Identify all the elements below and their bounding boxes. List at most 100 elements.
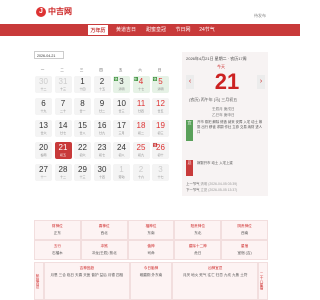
- lunar-day: 廿四: [137, 109, 144, 113]
- weekday-label: 一: [40, 68, 45, 72]
- calendar-day-cell[interactable]: 8 廿一: [74, 98, 91, 115]
- lunar-day: 廿八: [79, 131, 86, 135]
- grid-cell-title: 阳贵神位: [190, 224, 205, 228]
- lunar-day: 初九: [137, 153, 144, 157]
- day-number: 31: [58, 77, 68, 86]
- site-name[interactable]: 中吉网: [48, 7, 72, 17]
- nav-huangdaojiri[interactable]: 黄道吉日: [112, 24, 140, 36]
- day-number: 10: [117, 99, 126, 108]
- lunar-day: 十二: [40, 87, 47, 91]
- site-logo[interactable]: J: [36, 7, 46, 17]
- day-number: 29: [78, 165, 87, 174]
- grid-row3-cell: 吉神宜趋 月恩 三合 临日 天喜 天医 普护 益后 月德 四相: [44, 262, 130, 300]
- grid-side-label: 二十八星宿: [258, 262, 268, 300]
- grid-cell-title: 喜神位: [98, 224, 110, 228]
- day-number: 2: [99, 77, 105, 86]
- nav-tianmi[interactable]: 甜蜜皇冠: [142, 24, 170, 36]
- day-number: 22: [78, 143, 87, 152]
- lunar-day: 十七: [157, 175, 164, 179]
- grid-cell-title: 建除十二神: [188, 244, 207, 248]
- calendar-day-cell[interactable]: 3 十七: [152, 164, 169, 181]
- prev-jieqi-label: 上一节气: [186, 182, 200, 186]
- grid-cell-title: 值神: [147, 244, 155, 248]
- grid-row2-cell: 值神 司命: [127, 240, 175, 260]
- calendar-day-cell[interactable]: 班 26 初十: [152, 142, 169, 159]
- grid-row1-cell: 福神位 东南: [127, 220, 175, 240]
- lunar-day: 初三: [157, 131, 164, 135]
- calendar-day-cell[interactable]: 25 初九: [132, 142, 150, 159]
- calendar-day-cell[interactable]: 17 三月: [113, 120, 130, 137]
- weekday-label: 四: [99, 68, 103, 72]
- calendar-day-cell[interactable]: 21 初五: [54, 142, 72, 159]
- calendar-day-cell[interactable]: 9 廿二: [93, 98, 111, 115]
- ganzhi-line-2: 乙巳年 庚申日: [212, 113, 235, 117]
- calendar-day-cell[interactable]: 20 谷雨: [35, 142, 52, 159]
- calendar-day-cell[interactable]: 6 十九: [35, 98, 52, 115]
- nav-wannianli[interactable]: 万年历: [87, 24, 109, 36]
- day-number: 20: [39, 143, 48, 152]
- grid-row1-cell: 财神位 正东: [34, 220, 81, 240]
- grid-row3-cell: 今日胎神 碓磨厕 外东南: [129, 262, 173, 300]
- calendar-day-cell[interactable]: 15 廿八: [74, 120, 91, 137]
- day-number: 27: [39, 165, 48, 174]
- calendar-day-cell[interactable]: 30 十二: [35, 76, 52, 93]
- lunar-day: 三月: [118, 131, 125, 135]
- calendar-day-cell[interactable]: 28 十二: [54, 164, 72, 181]
- day-number: 14: [58, 121, 68, 130]
- next-jieqi-label: 下一节气: [186, 188, 200, 192]
- main-nav: 万年历 黄道吉日 甜蜜皇冠 节日网 24节气: [0, 24, 300, 36]
- calendar-day-cell[interactable]: 13 廿六: [35, 120, 52, 137]
- calendar-day-cell[interactable]: 14 廿七: [54, 120, 72, 137]
- prev-day-button[interactable]: ‹: [186, 75, 194, 89]
- lunar-day: 初七: [98, 153, 105, 157]
- calendar-day-cell[interactable]: 休 3 清明: [113, 76, 130, 93]
- lunar-day: 初五: [59, 153, 66, 157]
- ganzhi-line: 壬辰月 庚戌日: [212, 107, 235, 111]
- calendar-day-cell[interactable]: 7 二十: [54, 98, 72, 115]
- nav-jieri[interactable]: 节日网: [172, 24, 194, 36]
- lunar-day: 十四: [79, 87, 86, 91]
- grid-row1-cell: 阳贵神位 东北: [174, 220, 222, 240]
- day-number: 30: [97, 165, 107, 174]
- lunar-day: 清明: [118, 87, 125, 91]
- calendar-day-cell[interactable]: 1 十四: [74, 76, 91, 93]
- day-number: 3: [119, 77, 124, 86]
- lunar-day: 十二: [59, 175, 66, 179]
- grid-row2-cell: 冲煞 冲龙(壬辰) 煞北: [80, 240, 128, 260]
- grid-row2-cell: 五行 石榴木: [34, 240, 81, 260]
- calendar-day-cell[interactable]: 22 初六: [74, 142, 91, 159]
- grid-row2-cell: 建除十二神 危日: [174, 240, 222, 260]
- calendar-day-cell[interactable]: 23 初七: [93, 142, 111, 159]
- lunar-day: 初二: [137, 131, 144, 135]
- grid-cell-value: 危日: [194, 251, 202, 255]
- calendar-day-cell[interactable]: 19 初三: [152, 120, 169, 137]
- day-number: 3: [158, 165, 163, 174]
- calendar-day-cell[interactable]: 1 劳动: [113, 164, 130, 181]
- grid-cell-value: 司命: [147, 251, 155, 255]
- corner-link[interactable]: 待发布: [254, 13, 266, 19]
- date-select[interactable]: 2026-04-21: [34, 51, 64, 59]
- calendar-day-cell[interactable]: 18 初二: [132, 120, 150, 137]
- day-number: 9: [99, 99, 105, 108]
- next-day-button[interactable]: ›: [257, 75, 265, 89]
- calendar-day-cell[interactable]: 12 廿五: [152, 98, 169, 115]
- calendar-day-cell[interactable]: 休 4 十七: [132, 76, 150, 93]
- day-number: 16: [97, 121, 107, 130]
- calendar-day-cell[interactable]: 10 廿三: [113, 98, 130, 115]
- calendar-day-cell[interactable]: 16 廿九: [93, 120, 111, 137]
- calendar-day-cell[interactable]: 30 十四: [93, 164, 111, 181]
- calendar-day-cell[interactable]: 27 十一: [35, 164, 52, 181]
- calendar-day-cell[interactable]: 11 廿四: [132, 98, 150, 115]
- calendar-day-cell[interactable]: 24 初八: [113, 142, 130, 159]
- calendar-day-cell[interactable]: 2 十六: [132, 164, 150, 181]
- nav-jieqi[interactable]: 24节气: [196, 24, 218, 36]
- calendar-day-cell[interactable]: 31 十三: [54, 76, 72, 93]
- lunar-day: 初六: [79, 153, 86, 157]
- grid-cell-title: 五行: [53, 244, 61, 248]
- calendar-day-cell[interactable]: 2 十五: [93, 76, 111, 93]
- day-number: 30: [39, 77, 48, 86]
- lunar-day: 清明: [157, 87, 164, 91]
- grid-cell-value: 西南: [240, 231, 249, 235]
- calendar-day-cell[interactable]: 休 5 清明: [152, 76, 169, 93]
- calendar-day-cell[interactable]: 29 十三: [74, 164, 91, 181]
